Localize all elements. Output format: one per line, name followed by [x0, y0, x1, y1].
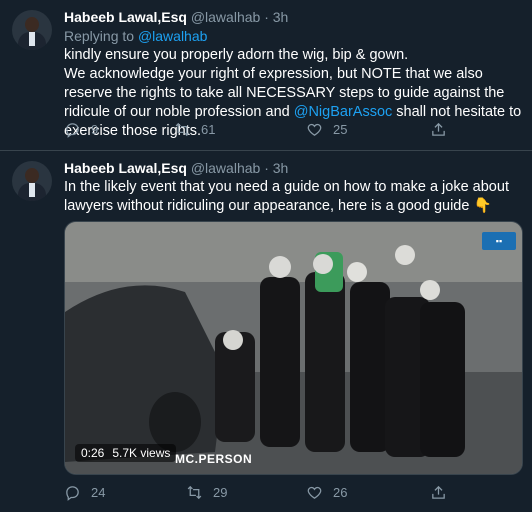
- share-button[interactable]: [430, 121, 447, 138]
- tweet-time[interactable]: 3h: [273, 160, 289, 176]
- share-icon: [432, 485, 445, 499]
- like-button[interactable]: 25: [306, 121, 347, 138]
- video-head: [395, 245, 415, 265]
- reply-count: 24: [91, 485, 106, 500]
- heart-icon: [307, 123, 322, 136]
- like-button[interactable]: 26: [306, 484, 347, 501]
- avatar[interactable]: [12, 10, 52, 50]
- like-count: 26: [333, 485, 348, 500]
- reply-count: 9: [91, 122, 99, 137]
- user-name[interactable]: Habeeb Lawal,Esq: [64, 160, 187, 176]
- separator-dot: ·: [264, 9, 269, 25]
- video-head: [223, 330, 243, 350]
- tweet-header: Habeeb Lawal,Esq @lawalhab · 3h: [64, 160, 288, 176]
- retweet-count: 61: [201, 122, 216, 137]
- tweet-time[interactable]: 3h: [273, 9, 289, 25]
- reply-icon: [66, 123, 79, 138]
- avatar-shirt: [29, 32, 35, 46]
- video-building: [65, 222, 522, 282]
- share-button[interactable]: [430, 484, 447, 501]
- video-overlay: 0:26 5.7K views: [75, 444, 177, 462]
- avatar[interactable]: [12, 161, 52, 201]
- video-figure: [305, 272, 345, 452]
- retweet-icon: [175, 122, 190, 137]
- retweet-button[interactable]: 29: [186, 484, 227, 501]
- retweet-button[interactable]: 61: [174, 121, 215, 138]
- video-frame: [65, 222, 522, 474]
- video-head: [347, 262, 367, 282]
- video-figure: [260, 277, 300, 447]
- tweet-actions: 9 61 25: [64, 121, 504, 141]
- tweet-actions: 24 29 26: [64, 484, 504, 504]
- avatar-head: [25, 17, 39, 32]
- tweet[interactable]: Habeeb Lawal,Esq @lawalhab · 3h In the l…: [0, 151, 532, 512]
- video-duration: 0:26: [81, 446, 105, 460]
- like-count: 25: [333, 122, 348, 137]
- video-figure: [420, 302, 465, 457]
- retweet-count: 29: [213, 485, 228, 500]
- video-car-wheel: [149, 392, 201, 452]
- reply-button[interactable]: 9: [64, 121, 98, 138]
- reply-icon: [66, 486, 79, 501]
- video-caption: MC.PERSON: [175, 452, 253, 466]
- replying-handle-link[interactable]: @lawalhab: [138, 28, 207, 44]
- tweet-header: Habeeb Lawal,Esq @lawalhab · 3h: [64, 9, 288, 25]
- tweet[interactable]: Habeeb Lawal,Esq @lawalhab · 3h Replying…: [0, 0, 532, 151]
- user-handle[interactable]: @lawalhab: [191, 9, 260, 25]
- retweet-icon: [187, 485, 202, 500]
- video-views: 5.7K views: [112, 446, 171, 460]
- replying-prefix: Replying to: [64, 28, 135, 44]
- video-head: [420, 280, 440, 300]
- mention-link[interactable]: @NigBarAssoc: [294, 104, 393, 120]
- channel-logo: ▪▪: [482, 232, 516, 250]
- reply-button[interactable]: 24: [64, 484, 105, 501]
- video-head: [269, 256, 291, 278]
- replying-to: Replying to @lawalhab: [64, 28, 207, 44]
- heart-icon: [307, 486, 322, 499]
- user-name[interactable]: Habeeb Lawal,Esq: [64, 9, 187, 25]
- avatar-head: [25, 168, 39, 183]
- video-head: [313, 254, 333, 274]
- avatar-shirt: [29, 183, 35, 197]
- share-icon: [432, 122, 445, 136]
- separator-dot: ·: [264, 160, 269, 176]
- video-figure: [350, 282, 390, 452]
- tweet-text: In the likely event that you need a guid…: [64, 179, 509, 214]
- video-player[interactable]: ▪▪ 0:26 5.7K views MC.PERSON: [64, 221, 523, 475]
- user-handle[interactable]: @lawalhab: [191, 160, 260, 176]
- tweet-text-line: kindly ensure you properly adorn the wig…: [64, 47, 409, 63]
